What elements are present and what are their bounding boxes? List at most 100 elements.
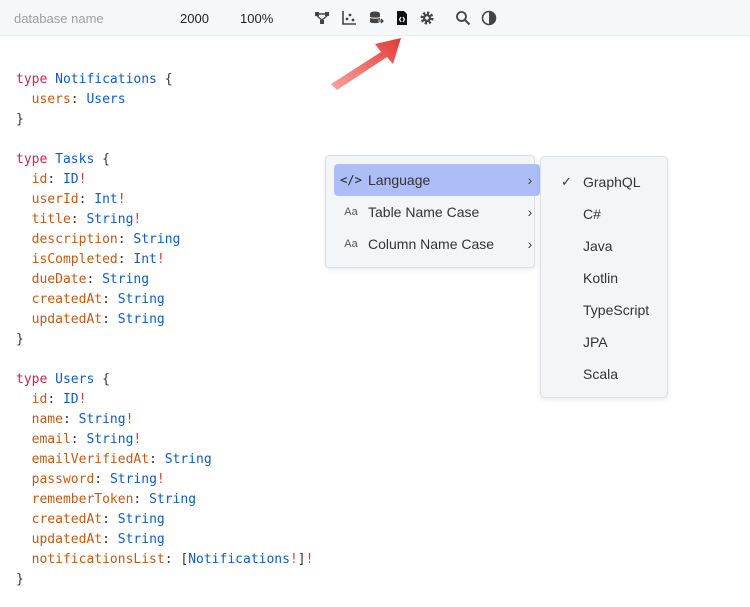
language-option-java[interactable]: Java	[541, 230, 667, 262]
type-declaration: type Notifications {	[16, 72, 173, 87]
field-type: String	[164, 452, 212, 467]
menu-item-language[interactable]: </> Language ›	[334, 164, 540, 196]
type-keyword: type	[16, 372, 48, 387]
field-name: updatedAt	[31, 532, 103, 547]
language-option-label: Kotlin	[583, 270, 619, 286]
field-type: Int	[94, 192, 118, 207]
search-icon[interactable]	[454, 9, 472, 27]
field-type: String	[117, 292, 165, 307]
language-option-graphql[interactable]: ✓ GraphQL	[541, 166, 667, 198]
type-name: Tasks	[55, 152, 95, 167]
field-name: isCompleted	[31, 252, 118, 267]
field-type: ID	[62, 392, 79, 407]
field-line: description: String	[31, 232, 181, 247]
menu-item-column-name-case[interactable]: Aa Column Name Case ›	[334, 228, 540, 260]
field-name: rememberToken	[31, 492, 134, 507]
field-line: id: ID!	[31, 392, 87, 407]
field-type: String	[117, 312, 165, 327]
type-declaration: type Tasks {	[16, 152, 110, 167]
field-line: userId: Int!	[31, 192, 126, 207]
code-icon: </>	[340, 173, 362, 187]
field-line: password: String!	[31, 472, 165, 487]
field-type: String	[86, 432, 134, 447]
field-line: users: Users	[31, 92, 126, 107]
field-name: description	[31, 232, 118, 247]
field-line: name: String!	[31, 412, 134, 427]
field-line: notificationsList: [Notifications!]!	[31, 552, 314, 567]
field-name: emailVerifiedAt	[31, 452, 150, 467]
field-line: createdAt: String	[31, 292, 165, 307]
field-line: id: ID!	[31, 172, 87, 187]
field-type: String	[133, 232, 181, 247]
field-line: title: String!	[31, 212, 142, 227]
closing-brace: }	[16, 572, 24, 587]
language-option-label: Java	[583, 238, 613, 254]
field-name: password	[31, 472, 95, 487]
menu-item-label: Language	[368, 172, 431, 188]
field-name: email	[31, 432, 71, 447]
zoom-level-value[interactable]: 100%	[240, 11, 273, 26]
field-line: createdAt: String	[31, 512, 165, 527]
type-name: Notifications	[55, 72, 157, 87]
field-name: dueDate	[31, 272, 87, 287]
closing-brace: }	[16, 332, 24, 347]
field-name: updatedAt	[31, 312, 103, 327]
field-type: String	[117, 512, 165, 527]
field-type: String	[117, 532, 165, 547]
field-line: rememberToken: String	[31, 492, 197, 507]
language-option-label: TypeScript	[583, 302, 650, 318]
language-option-jpa[interactable]: JPA	[541, 326, 667, 358]
canvas-size-value[interactable]: 2000	[180, 11, 209, 26]
field-name: notificationsList	[31, 552, 165, 567]
field-name: name	[31, 412, 63, 427]
check-icon: ✓	[561, 174, 572, 189]
database-name-input[interactable]	[8, 6, 168, 30]
field-line: isCompleted: Int!	[31, 252, 165, 267]
field-type: Notifications	[188, 552, 290, 567]
field-name: userId	[31, 192, 79, 207]
theme-toggle-icon[interactable]	[480, 9, 498, 27]
field-line: email: String!	[31, 432, 142, 447]
field-name: id	[31, 392, 48, 407]
field-line: emailVerifiedAt: String	[31, 452, 212, 467]
annotation-arrow-icon	[331, 38, 401, 90]
text-case-icon: Aa	[344, 206, 358, 218]
field-type: ID	[62, 172, 79, 187]
chevron-right-icon: ›	[527, 204, 533, 220]
gear-icon[interactable]	[418, 9, 436, 27]
type-keyword: type	[16, 152, 48, 167]
language-option-label: JPA	[583, 334, 608, 350]
language-option-label: C#	[583, 206, 601, 222]
field-line: updatedAt: String	[31, 532, 165, 547]
field-type: Users	[86, 92, 126, 107]
type-name: Users	[55, 372, 95, 387]
field-name: createdAt	[31, 512, 103, 527]
language-option-typescript[interactable]: TypeScript	[541, 294, 667, 326]
language-option-label: GraphQL	[583, 174, 641, 190]
closing-brace: }	[16, 112, 24, 127]
language-submenu: ✓ GraphQL C# Java Kotlin TypeScript JPA …	[540, 156, 668, 398]
language-option-scala[interactable]: Scala	[541, 358, 667, 390]
field-type: Int	[133, 252, 157, 267]
text-case-icon: Aa	[344, 238, 358, 250]
field-name: createdAt	[31, 292, 103, 307]
field-type: String	[149, 492, 197, 507]
field-name: id	[31, 172, 48, 187]
field-type: String	[102, 272, 150, 287]
language-option-kotlin[interactable]: Kotlin	[541, 262, 667, 294]
schema-code-view: type Notifications { users: Users} type T…	[16, 70, 313, 590]
field-name: title	[31, 212, 71, 227]
field-type: String	[78, 412, 126, 427]
menu-item-table-name-case[interactable]: Aa Table Name Case ›	[334, 196, 540, 228]
language-option-label: Scala	[583, 366, 619, 382]
field-line: updatedAt: String	[31, 312, 165, 327]
type-declaration: type Users {	[16, 372, 110, 387]
field-type: String	[86, 212, 134, 227]
menu-item-label: Table Name Case	[368, 204, 480, 220]
language-option-csharp[interactable]: C#	[541, 198, 667, 230]
field-name: users	[31, 92, 71, 107]
export-options-menu: </> Language › Aa Table Name Case › Aa C…	[325, 155, 540, 268]
field-type: String	[109, 472, 157, 487]
type-keyword: type	[16, 72, 48, 87]
